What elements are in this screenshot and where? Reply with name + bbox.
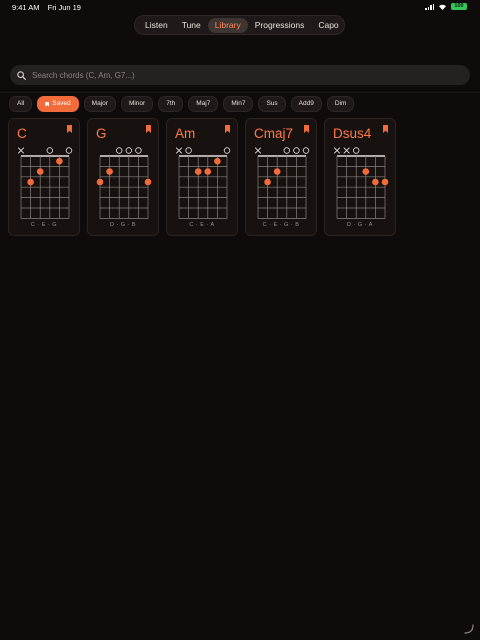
chord-notes: C · E · G <box>30 222 58 228</box>
tab-tune[interactable]: Tune <box>175 18 208 33</box>
open-string-icon <box>46 147 53 154</box>
filter-chip-7th[interactable]: 7th <box>158 96 184 112</box>
search-icon <box>17 70 26 80</box>
divider <box>0 92 480 93</box>
finger-dot <box>362 168 370 175</box>
chord-card-grid: C C · E · G G D · G · B Am C · E · A Cma… <box>8 118 396 236</box>
open-string-icon <box>125 147 132 154</box>
finger-dot <box>27 178 34 186</box>
filter-chip-add9[interactable]: Add9 <box>290 96 322 112</box>
finger-dot <box>204 168 212 175</box>
status-bar: 9:41 AM Fri Jun 19 100 <box>0 0 480 14</box>
bookmark-icon <box>45 101 50 107</box>
chord-card[interactable]: G D · G · B <box>87 118 159 236</box>
status-date: Fri Jun 19 <box>47 3 81 12</box>
open-string-icon <box>65 147 73 154</box>
muted-string-icon <box>333 147 341 154</box>
chord-notes: D · G · B <box>109 222 137 228</box>
filter-chip-min7[interactable]: Min7 <box>223 96 254 112</box>
open-string-icon <box>135 147 142 154</box>
wifi-icon <box>438 3 447 10</box>
chord-card[interactable]: Dsus4 D · G · A <box>324 118 396 236</box>
open-string-icon <box>353 147 360 154</box>
search-input[interactable] <box>30 69 454 81</box>
status-time: 9:41 AM <box>12 3 40 12</box>
chord-diagram <box>96 147 152 219</box>
bookmark-icon[interactable] <box>67 125 72 133</box>
chord-notes: C · E · A <box>189 222 215 228</box>
finger-dot <box>96 178 104 186</box>
chip-label: Major <box>91 100 108 107</box>
chip-label: All <box>17 100 25 107</box>
finger-dot <box>264 178 271 186</box>
battery-icon: 100 <box>451 3 467 10</box>
finger-dot <box>214 157 221 165</box>
bookmark-icon[interactable] <box>225 125 230 133</box>
open-string-icon <box>283 147 290 154</box>
main-nav-tabs: Listen Tune Library Progressions Capo <box>134 15 345 35</box>
filter-chip-sus[interactable]: Sus <box>258 96 286 112</box>
finger-dot <box>106 168 113 175</box>
tab-progressions[interactable]: Progressions <box>248 18 312 33</box>
chord-notes: D · G · A <box>347 222 373 228</box>
bookmark-icon[interactable] <box>146 125 151 133</box>
muted-string-icon <box>254 147 262 154</box>
finger-dot <box>273 168 281 175</box>
chip-label: Min7 <box>231 100 246 107</box>
chord-name: Am <box>175 126 196 141</box>
chip-label: Dim <box>334 100 347 107</box>
chord-diagram <box>333 147 389 219</box>
tab-library[interactable]: Library <box>207 17 248 33</box>
filter-chip-minor[interactable]: Minor <box>120 96 154 112</box>
chord-diagram <box>254 147 310 219</box>
finger-dot <box>381 178 389 186</box>
chip-label: Sus <box>266 100 278 107</box>
resize-handle-icon[interactable] <box>464 624 474 634</box>
finger-dot <box>36 168 44 175</box>
muted-string-icon <box>17 147 25 154</box>
muted-string-icon <box>175 147 183 154</box>
filter-chip-all[interactable]: All <box>9 96 33 112</box>
tab-capo[interactable]: Capo <box>311 18 345 33</box>
tab-listen[interactable]: Listen <box>138 18 175 33</box>
filter-chips: All Saved Major Minor 7th Maj7 Min7 Sus … <box>9 96 355 112</box>
chord-name: G <box>96 126 107 141</box>
filter-chip-major[interactable]: Major <box>83 96 116 112</box>
chip-label: Saved <box>52 100 71 107</box>
chip-label: Minor <box>128 100 146 107</box>
chord-name: Cmaj7 <box>254 126 294 141</box>
muted-string-icon <box>343 147 350 154</box>
chord-card[interactable]: C C · E · G <box>8 118 80 236</box>
filter-chip-saved[interactable]: Saved <box>37 96 79 112</box>
open-string-icon <box>185 147 192 154</box>
chord-name: C <box>17 126 27 141</box>
finger-dot <box>56 157 63 165</box>
chord-diagram <box>17 147 73 219</box>
filter-chip-maj7[interactable]: Maj7 <box>188 96 219 112</box>
open-string-icon <box>293 147 300 154</box>
open-string-icon <box>116 147 123 154</box>
chord-card[interactable]: Cmaj7 C · E · G · B <box>245 118 317 236</box>
chip-label: Add9 <box>298 100 314 107</box>
chord-diagram <box>175 147 231 219</box>
chord-card[interactable]: Am C · E · A <box>166 118 238 236</box>
chip-label: Maj7 <box>196 100 211 107</box>
finger-dot <box>194 168 202 175</box>
search-bar <box>10 65 470 85</box>
cellular-signal-icon <box>425 3 434 10</box>
chip-label: 7th <box>166 100 176 107</box>
bookmark-icon[interactable] <box>304 125 309 133</box>
chord-name: Dsus4 <box>333 126 372 141</box>
open-string-icon <box>302 147 310 154</box>
bookmark-icon[interactable] <box>383 125 388 133</box>
filter-chip-dim[interactable]: Dim <box>326 96 355 112</box>
chord-notes: C · E · G · B <box>262 222 300 228</box>
finger-dot <box>144 178 152 186</box>
open-string-icon <box>223 147 231 154</box>
finger-dot <box>372 178 379 186</box>
